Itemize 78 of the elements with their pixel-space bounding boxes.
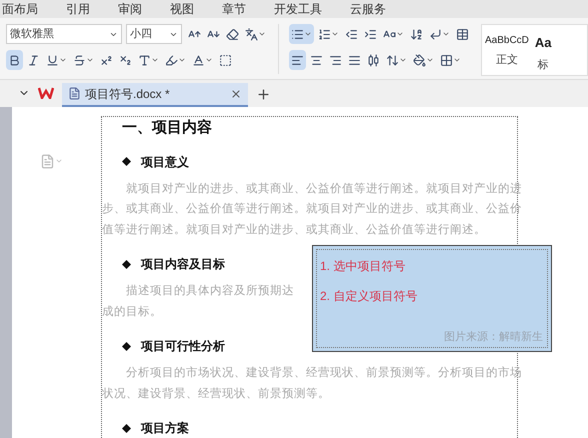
caret-icon (331, 30, 339, 38)
menu-item[interactable]: 审阅 (118, 0, 142, 18)
caret-icon (426, 56, 434, 64)
numbered-list-icon (318, 28, 331, 40)
eraser-icon (226, 28, 239, 40)
logo-icon (38, 86, 54, 98)
close-icon[interactable] (230, 88, 242, 100)
subscript-icon (119, 54, 132, 66)
paragraph-line: 成的目标。 (102, 304, 162, 320)
caret-icon (442, 30, 450, 38)
italic-icon (27, 54, 40, 66)
highlighter-icon (165, 54, 178, 66)
section-heading: 项目内容及目标 (141, 256, 225, 273)
paragraph-line: 步、或其商业、公益价值等进行阐述。就项目对产业的进步、或其商业、公益价 (102, 201, 522, 217)
paragraph-line: 就项目对产业的进步、或其商业、公益价值等进行阐述。就项目对产业的进 (126, 181, 522, 196)
annotation-step: 2. 自定义项目符号 (320, 288, 543, 304)
diamond-bullet-icon (122, 260, 131, 268)
strikethrough-icon (73, 54, 86, 66)
menu-item[interactable]: 面布局 (2, 0, 38, 18)
align-left-icon (291, 54, 304, 66)
caret-icon (205, 56, 213, 64)
underline-icon (46, 54, 59, 66)
style-option[interactable]: AaBbCcD 正文 (485, 33, 529, 75)
bullet-list-icon (291, 28, 304, 40)
paragraph-line: 描述项目的具体内容及所预期达 (126, 283, 294, 299)
font-field[interactable]: 微软雅黑 (6, 24, 122, 44)
document-icon (68, 87, 81, 100)
text-effect-icon (138, 54, 151, 66)
diamond-bullet-icon (122, 342, 131, 350)
bold-icon (8, 54, 21, 66)
toolbar-button[interactable] (289, 24, 314, 44)
shading-icon (219, 54, 232, 66)
document-tab[interactable]: 项目符号.docx * (62, 82, 248, 106)
menu-item[interactable]: 引用 (66, 0, 90, 18)
caret-icon (86, 56, 94, 64)
diamond-bullet-icon (122, 157, 131, 166)
caret-icon (178, 56, 186, 64)
toolbar-button[interactable] (6, 50, 23, 70)
document-heading: 一、项目内容 (122, 118, 213, 138)
diamond-bullet-icon (122, 424, 131, 432)
new-tab-icon[interactable] (256, 86, 271, 102)
paragraph-line: 分析项目的市场状况、建设背景、经营现状、前景预测等。分析项目的市场 (126, 365, 522, 381)
menu-item[interactable]: 云服务 (350, 0, 386, 18)
style-option[interactable]: Aa 标 (534, 33, 552, 75)
align-center-icon (310, 54, 323, 66)
superscript-icon (100, 54, 113, 66)
menu-item[interactable]: 视图 (170, 0, 194, 18)
caret-icon (258, 30, 266, 38)
caret-icon (304, 30, 312, 38)
font-size-field[interactable]: 小四 (126, 24, 182, 44)
paint-bucket-icon (413, 54, 426, 66)
menu-item[interactable]: 开发工具 (274, 0, 322, 18)
indent-icon (364, 28, 377, 40)
menu-item[interactable]: 章节 (222, 0, 246, 18)
annotation-step: 1. 选中项目符号 (320, 258, 543, 274)
caret-icon (396, 30, 404, 38)
section-heading: 项目方案 (141, 420, 189, 437)
outdent-icon (345, 28, 358, 40)
distribute-icon (367, 54, 380, 66)
pinyin-icon (245, 28, 258, 40)
table-icon (456, 28, 469, 40)
sort-icon (410, 28, 423, 40)
line-spacing-icon (386, 54, 399, 66)
align-right-icon (329, 54, 342, 66)
image-caption: 图片来源：解晴新生 (444, 330, 543, 344)
caret-icon (453, 56, 461, 64)
section-heading: 项目意义 (141, 154, 189, 170)
caret-icon (399, 56, 407, 64)
paragraph-mark-icon (429, 28, 442, 40)
toolbar-button[interactable] (289, 50, 306, 70)
align-justify-icon (348, 54, 361, 66)
caret-icon (59, 56, 67, 64)
caret-icon (151, 56, 159, 64)
font-color-icon (192, 54, 205, 66)
borders-icon (440, 54, 453, 66)
paragraph-line: 状况、建设背景、经营现状、前景预测等。 (102, 386, 330, 402)
section-heading: 项目可行性分析 (141, 338, 225, 355)
paragraph-line: 值等进行阐述。就项目对产业的进步、或其商业、公益价值等进行阐述。 (102, 222, 486, 238)
